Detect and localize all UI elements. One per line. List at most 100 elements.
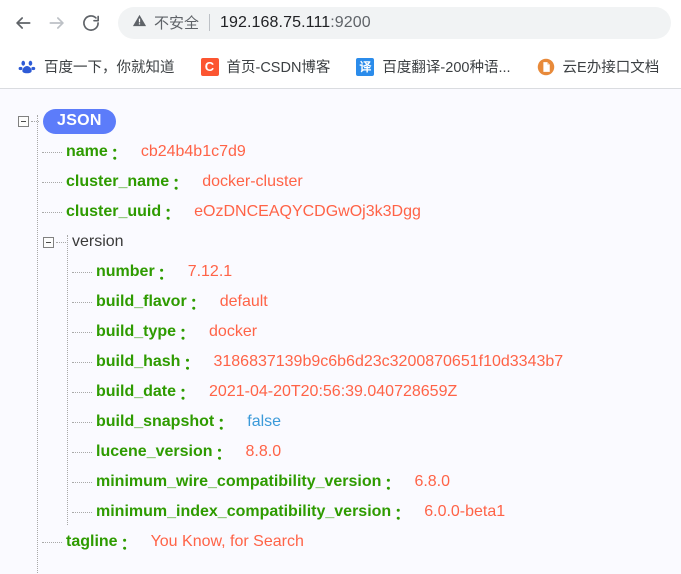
baidu-paw-icon (18, 58, 36, 76)
json-value: 3186837139b9c6b6d23c3200870651f10d3343b7 (213, 353, 564, 370)
document-icon (537, 58, 555, 76)
bookmark-label: 百度一下，你就知道 (44, 60, 175, 76)
address-bar[interactable]: 不安全 192.168.75.111:9200 (118, 6, 671, 39)
json-row-cluster-uuid[interactable]: cluster_uuid ： eOzDNCEAQYCDGwOj3k3Dgg (18, 197, 681, 227)
json-colon: ： (394, 506, 411, 523)
json-row-lucene-version[interactable]: lucene_version ： 8.8.0 (18, 437, 681, 467)
json-colon: ： (164, 206, 181, 223)
json-row-build-hash[interactable]: build_hash ： 3186837139b9c6b6d23c3200870… (18, 347, 681, 377)
url-host: 192.168.75.111 (220, 13, 331, 31)
collapse-minus-icon[interactable] (18, 115, 29, 127)
reload-button[interactable] (74, 6, 108, 40)
json-row-build-flavor[interactable]: build_flavor ： default (18, 287, 681, 317)
json-value: 7.12.1 (187, 263, 233, 280)
bookmark-label: 百度翻译-200种语... (382, 60, 511, 76)
json-key: build_flavor (96, 293, 187, 310)
json-colon: ： (179, 326, 196, 343)
warning-triangle-icon (132, 13, 147, 33)
json-key: lucene_version (96, 443, 213, 460)
json-colon: ： (157, 266, 174, 283)
json-colon: ： (110, 146, 127, 163)
tree-connector (72, 391, 92, 393)
collapse-minus-icon[interactable] (43, 236, 54, 248)
json-value: 8.8.0 (245, 443, 282, 460)
json-row-number[interactable]: number ： 7.12.1 (18, 257, 681, 287)
json-key: minimum_index_compatibility_version (96, 503, 392, 520)
tree-connector (72, 361, 92, 363)
json-value: docker-cluster (202, 173, 303, 190)
back-arrow-icon (13, 13, 33, 33)
json-row-version[interactable]: version (18, 227, 681, 257)
json-key: build_type (96, 323, 177, 340)
forward-button[interactable] (40, 6, 74, 40)
json-colon: ： (172, 176, 189, 193)
tree-connector (72, 481, 92, 483)
json-row-minimum-wire-compatibility-version[interactable]: minimum_wire_compatibility_version ： 6.8… (18, 467, 681, 497)
json-object-label: version (72, 233, 124, 250)
json-row-build-date[interactable]: build_date ： 2021-04-20T20:56:39.0407286… (18, 377, 681, 407)
security-label: 不安全 (154, 15, 200, 32)
url-port: :9200 (330, 13, 371, 31)
json-root-badge[interactable]: JSON (43, 108, 116, 134)
json-row-minimum-index-compatibility-version[interactable]: minimum_index_compatibility_version ： 6.… (18, 497, 681, 527)
bookmark-baidu-fanyi[interactable]: 译 百度翻译-200种语... (350, 53, 516, 81)
json-value: 6.8.0 (414, 473, 451, 490)
tree-connector (42, 151, 62, 153)
tree-connector (72, 451, 92, 453)
json-colon: ： (384, 476, 401, 493)
json-key: name (66, 143, 108, 160)
tree-connector (72, 511, 92, 513)
json-key: number (96, 263, 155, 280)
bookmark-yunebandoc[interactable]: 云E办接口文档 (531, 53, 666, 81)
json-colon: ： (183, 356, 200, 373)
json-colon: ： (120, 536, 137, 553)
json-value: default (219, 293, 268, 310)
url-text[interactable]: 192.168.75.111:9200 (220, 14, 371, 32)
json-colon: ： (189, 296, 206, 313)
tree-connector (72, 271, 92, 273)
json-colon: ： (217, 416, 234, 433)
json-row-name[interactable]: name ： cb24b4b1c7d9 (18, 137, 681, 167)
forward-arrow-icon (47, 13, 67, 33)
baidu-fanyi-icon: 译 (356, 57, 375, 76)
json-key: build_date (96, 383, 177, 400)
tree-connector (42, 181, 62, 183)
omnibox-divider (209, 14, 211, 31)
json-key: build_snapshot (96, 413, 215, 430)
browser-chrome: 不安全 192.168.75.111:9200 百度一下，你就知道 C 首页-C… (0, 0, 681, 89)
reload-icon (81, 13, 101, 33)
tree-connector (42, 541, 62, 543)
json-value: false (247, 413, 282, 430)
tree-connector (72, 331, 92, 333)
json-value: 2021-04-20T20:56:39.040728659Z (209, 383, 458, 400)
bookmark-csdn[interactable]: C 首页-CSDN博客 (195, 53, 337, 81)
json-row-cluster-name[interactable]: cluster_name ： docker-cluster (18, 167, 681, 197)
json-colon: ： (215, 446, 232, 463)
tree-connector (42, 211, 62, 213)
csdn-c-icon: C (200, 57, 219, 76)
json-key: cluster_uuid (66, 203, 162, 220)
json-row-tagline[interactable]: tagline ： You Know, for Search (18, 527, 681, 557)
json-key: minimum_wire_compatibility_version (96, 473, 382, 490)
tree-connector (56, 241, 68, 243)
security-chip[interactable]: 不安全 (132, 12, 199, 33)
json-viewer: JSON name ： cb24b4b1c7d9 cluster_name ： … (0, 89, 681, 574)
tree-connector (31, 120, 39, 122)
json-key: build_hash (96, 353, 181, 370)
browser-toolbar: 不安全 192.168.75.111:9200 (0, 0, 681, 45)
json-value: docker (209, 323, 258, 340)
json-key: cluster_name (66, 173, 170, 190)
json-value: cb24b4b1c7d9 (140, 143, 246, 160)
bookmark-label: 首页-CSDN博客 (226, 60, 331, 76)
tree-connector (72, 301, 92, 303)
bookmarks-bar: 百度一下，你就知道 C 首页-CSDN博客 译 百度翻译-200种语... 云E… (0, 45, 681, 89)
json-key: tagline (66, 533, 118, 550)
json-colon: ： (179, 386, 196, 403)
json-root-row[interactable]: JSON (18, 105, 681, 137)
json-row-build-snapshot[interactable]: build_snapshot ： false (18, 407, 681, 437)
back-button[interactable] (6, 6, 40, 40)
bookmark-baidu-search[interactable]: 百度一下，你就知道 (12, 53, 181, 81)
json-value: eOzDNCEAQYCDGwOj3k3Dgg (194, 203, 421, 220)
json-value: You Know, for Search (150, 533, 304, 550)
json-row-build-type[interactable]: build_type ： docker (18, 317, 681, 347)
